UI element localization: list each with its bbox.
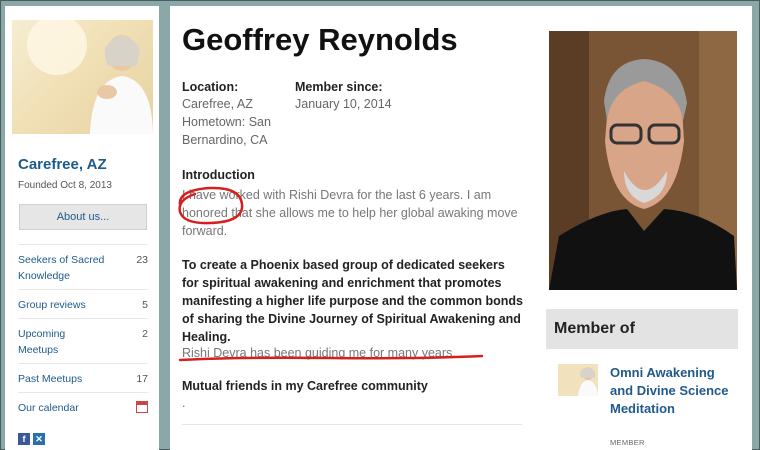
social-links: f ✕ [18, 433, 45, 445]
nav-item-count: 23 [136, 254, 148, 266]
nav-item-count: 5 [142, 299, 148, 311]
nav-item-label: Upcoming Meetups [18, 328, 66, 356]
nav-item-label: Past Meetups [18, 373, 83, 385]
nav-item-label: Our calendar [18, 402, 79, 414]
nav-item-group-reviews[interactable]: Group reviews 5 [18, 289, 148, 318]
nav-item-count: 17 [136, 373, 148, 385]
member-group-name[interactable]: Omni Awakening and Divine Science Medita… [610, 364, 740, 418]
introduction-label: Introduction [182, 168, 255, 182]
share-icon[interactable]: ✕ [33, 433, 45, 445]
member-group-thumbnail[interactable] [558, 364, 598, 396]
nav-item-seekers[interactable]: Seekers of Sacred Knowledge 23 [18, 244, 148, 289]
calendar-icon [136, 401, 148, 413]
mutual-friends-label: Mutual friends in my Carefree community [182, 379, 428, 393]
introduction-text: I have worked with Rishi Devra for the l… [182, 188, 518, 238]
founded-date: Founded Oct 8, 2013 [18, 180, 112, 191]
member-of-title: Member of [554, 320, 635, 337]
group-name[interactable]: Carefree, AZ [18, 156, 107, 173]
member-since-label: Member since: [295, 80, 383, 94]
member-since-value: January 10, 2014 [295, 97, 392, 111]
profile-main: Geoffrey Reynolds Location: Carefree, AZ… [170, 6, 538, 450]
nav-item-our-calendar[interactable]: Our calendar [18, 392, 148, 421]
hometown-value: Hometown: San Bernardino, CA [182, 115, 271, 147]
group-sidebar: Carefree, AZ Founded Oct 8, 2013 About u… [5, 6, 159, 450]
nav-item-past-meetups[interactable]: Past Meetups 17 [18, 363, 148, 392]
group-photo[interactable] [12, 20, 153, 134]
nav-item-upcoming-meetups[interactable]: Upcoming Meetups 2 [18, 318, 148, 363]
mutual-friends-value: . [182, 396, 186, 410]
profile-side: Member of Omni Awakening and Divine Scie… [538, 6, 752, 450]
group-nav: Seekers of Sacred Knowledge 23 Group rev… [18, 244, 148, 421]
nav-item-label: Group reviews [18, 299, 86, 311]
nav-item-count: 2 [142, 328, 148, 340]
location-value[interactable]: Carefree, AZ [182, 95, 253, 113]
guiding-text: Rishi Devra has been guiding me for many… [182, 346, 456, 360]
mission-text: To create a Phoenix based group of dedic… [182, 258, 524, 344]
nav-item-label: Seekers of Sacred Knowledge [18, 254, 105, 282]
profile-name: Geoffrey Reynolds [182, 22, 458, 57]
facebook-icon[interactable]: f [18, 433, 30, 445]
location-label: Location: [182, 80, 239, 94]
divider [182, 424, 522, 425]
profile-photo[interactable] [549, 31, 737, 290]
member-role: MEMBER [610, 438, 645, 447]
about-us-button[interactable]: About us... [19, 204, 147, 230]
